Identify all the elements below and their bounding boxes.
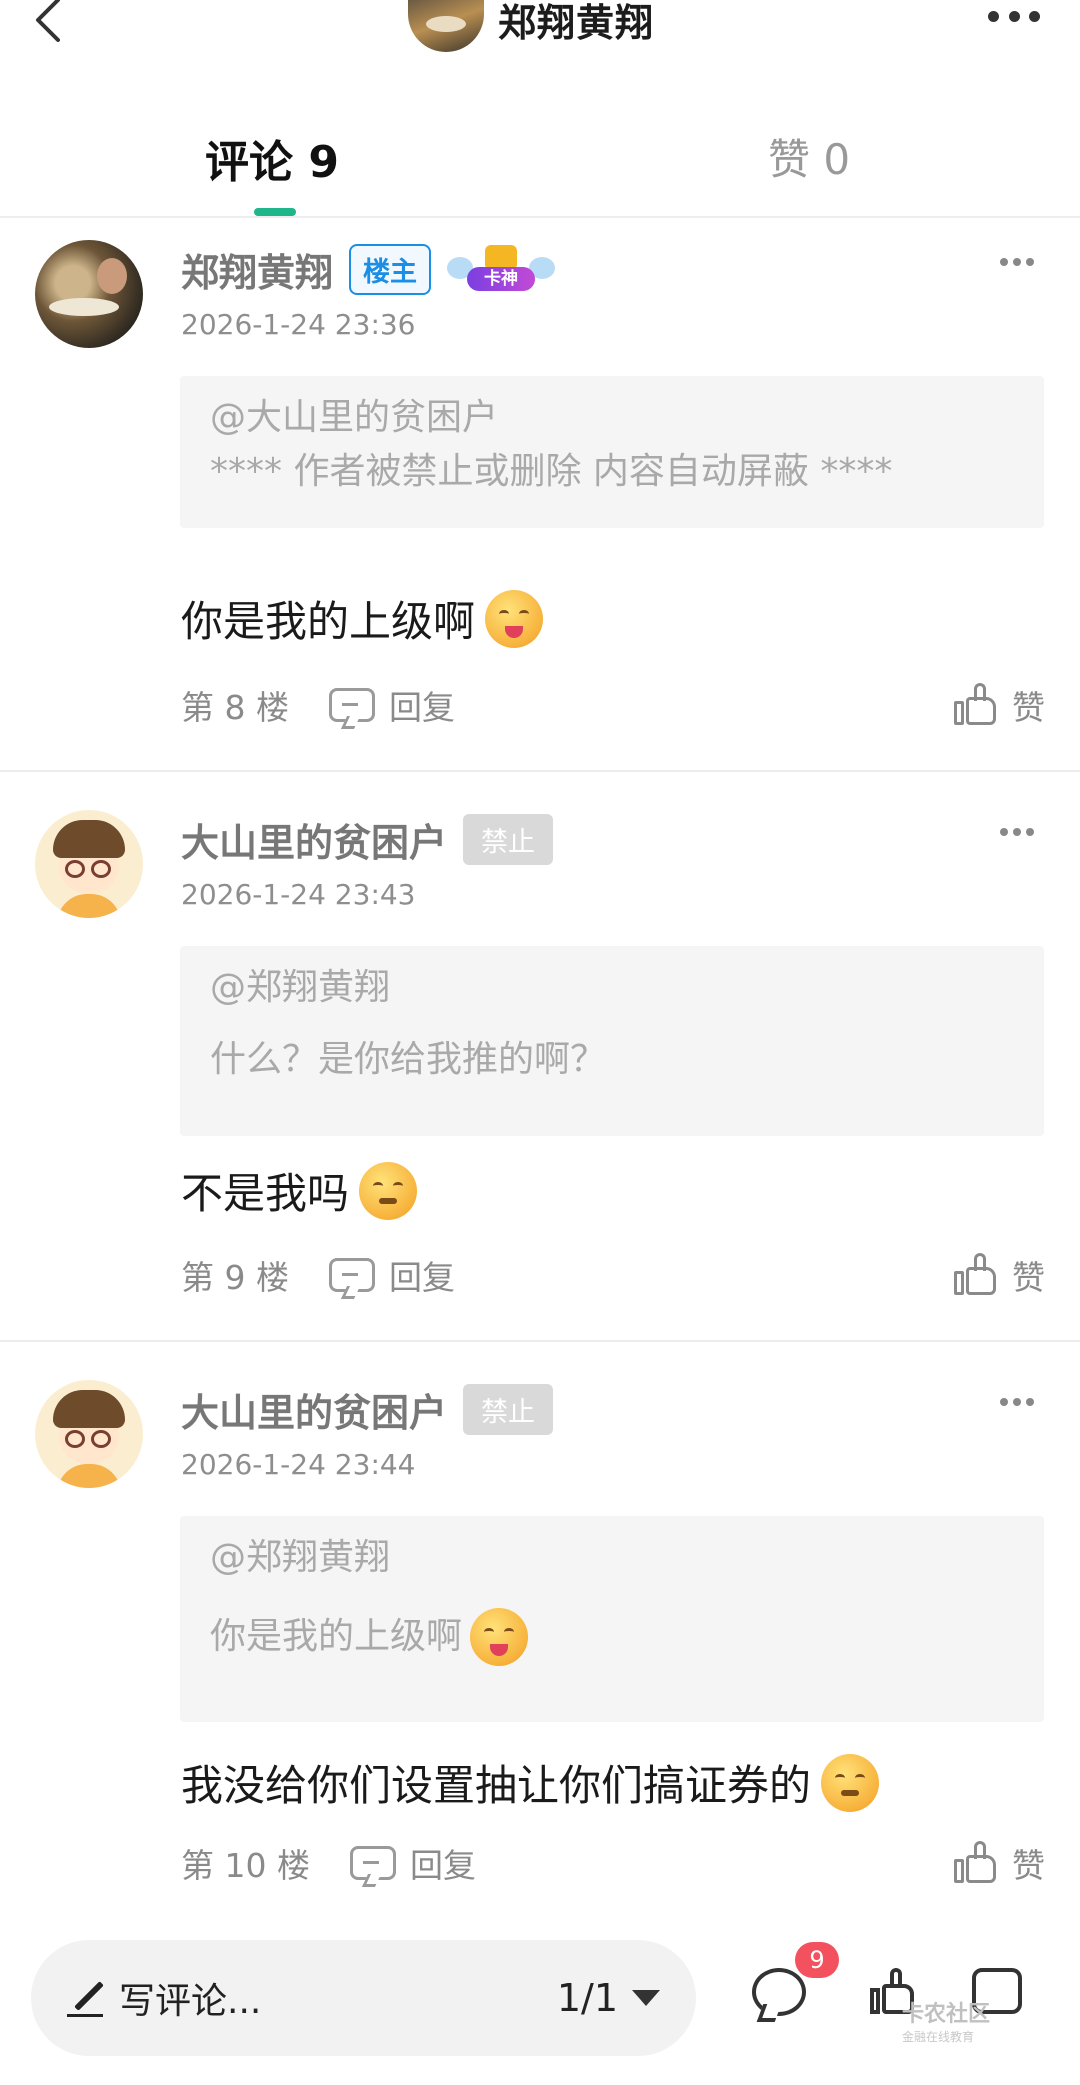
comment-content: 你是我的上级啊 bbox=[181, 588, 544, 649]
comment-footer: 第 10 楼 回复 赞 bbox=[181, 1838, 1045, 1888]
reply-label: 回复 bbox=[409, 1846, 476, 1885]
username[interactable]: 大山里的贫困户 bbox=[181, 812, 447, 867]
quoted-comment: @大山里的贫困户 **** 作者被禁止或删除 内容自动屏蔽 **** bbox=[180, 376, 1044, 528]
comment-footer: 第 9 楼 回复 赞 bbox=[181, 1250, 1045, 1300]
emoji-tongue-icon bbox=[485, 589, 544, 648]
reply-icon bbox=[328, 688, 375, 722]
quote-mention: @郑翔黄翔 bbox=[210, 1537, 391, 1578]
like-button[interactable]: 赞 bbox=[954, 1251, 1045, 1299]
like-label: 赞 bbox=[1012, 1846, 1045, 1885]
quote-mention: @大山里的贫困户 bbox=[210, 397, 499, 438]
comment-item: 郑翔黄翔 楼主 卡神 2026-1-24 23:36 @大山里的贫困户 ****… bbox=[0, 220, 1080, 772]
banned-badge: 禁止 bbox=[463, 813, 554, 865]
divider bbox=[0, 770, 1080, 772]
title-badge-label: 卡神 bbox=[467, 267, 536, 291]
reply-icon bbox=[349, 1846, 396, 1880]
thumbs-up-icon bbox=[954, 683, 998, 727]
thumbs-up-icon bbox=[954, 1253, 998, 1297]
divider bbox=[0, 1340, 1080, 1342]
quote-text: 什么？是你给我推的啊？ bbox=[210, 1039, 607, 1080]
reply-button[interactable]: 回复 bbox=[349, 1839, 476, 1887]
reply-button[interactable]: 回复 bbox=[328, 1251, 455, 1299]
owner-badge: 楼主 bbox=[349, 243, 432, 295]
tab-likes[interactable]: 赞 0 bbox=[768, 126, 850, 187]
comment-bubble-icon[interactable] bbox=[752, 1968, 806, 2016]
timestamp: 2026-1-24 23:43 bbox=[181, 878, 416, 911]
quote-text: 你是我的上级啊 bbox=[210, 1616, 463, 1657]
like-button[interactable]: 赞 bbox=[954, 681, 1045, 729]
comment-more-icon[interactable] bbox=[1000, 258, 1034, 268]
compose-placeholder: 写评论... bbox=[119, 1981, 262, 2022]
watermark-title: 卡农社区 bbox=[902, 2002, 991, 2027]
timestamp: 2026-1-24 23:44 bbox=[181, 1448, 416, 1481]
emoji-unamused-icon bbox=[359, 1161, 418, 1220]
quote-text: **** 作者被禁止或删除 内容自动屏蔽 **** bbox=[210, 451, 893, 492]
post-author[interactable]: 郑翔黄翔 bbox=[408, 0, 654, 52]
back-arrow-icon[interactable] bbox=[28, 0, 68, 44]
comment-item: 大山里的贫困户 禁止 2026-1-24 23:43 @郑翔黄翔 什么？是你给我… bbox=[0, 790, 1080, 1342]
floor-number: 第 10 楼 bbox=[181, 1846, 310, 1885]
timestamp: 2026-1-24 23:36 bbox=[181, 308, 416, 341]
watermark: 卡农社区 金融在线教育 bbox=[902, 1996, 990, 2045]
reply-label: 回复 bbox=[388, 1258, 455, 1297]
username[interactable]: 郑翔黄翔 bbox=[181, 242, 333, 297]
comment-footer: 第 8 楼 回复 赞 bbox=[181, 680, 1045, 730]
tab-bar: 评论 9 赞 0 bbox=[0, 118, 1080, 218]
floor-number: 第 9 楼 bbox=[181, 1258, 289, 1297]
comment-compose-field[interactable]: 写评论... 1/1 bbox=[31, 1940, 696, 2056]
username[interactable]: 大山里的贫困户 bbox=[181, 1382, 447, 1437]
like-label: 赞 bbox=[1012, 1258, 1045, 1297]
comment-text: 不是我吗 bbox=[181, 1169, 350, 1218]
comment-count-badge: 9 bbox=[795, 1942, 839, 1978]
floor-number: 第 8 楼 bbox=[181, 688, 289, 727]
emoji-unamused-icon bbox=[821, 1753, 880, 1812]
tab-comments[interactable]: 评论 9 bbox=[205, 126, 339, 190]
like-button[interactable]: 赞 bbox=[954, 1839, 1045, 1887]
like-label: 赞 bbox=[1012, 688, 1045, 727]
chevron-down-icon[interactable] bbox=[632, 1990, 660, 2006]
top-bar: 郑翔黄翔 bbox=[0, 0, 1080, 70]
bottom-action-bar: 写评论... 1/1 9 卡农社区 金融在线教育 bbox=[0, 1908, 1080, 2085]
reply-label: 回复 bbox=[388, 688, 455, 727]
comment-text: 你是我的上级啊 bbox=[181, 597, 476, 646]
quoted-comment: @郑翔黄翔 什么？是你给我推的啊？ bbox=[180, 946, 1044, 1136]
page-indicator[interactable]: 1/1 bbox=[557, 1976, 618, 2020]
active-tab-indicator bbox=[254, 208, 296, 216]
author-avatar[interactable] bbox=[408, 0, 484, 52]
pen-icon bbox=[67, 1979, 105, 2017]
comment-content: 不是我吗 bbox=[181, 1160, 418, 1221]
avatar[interactable] bbox=[35, 810, 143, 918]
thumbs-up-icon bbox=[954, 1841, 998, 1885]
more-options-icon[interactable] bbox=[988, 2, 1040, 30]
reply-button[interactable]: 回复 bbox=[328, 681, 455, 729]
watermark-subtitle: 金融在线教育 bbox=[902, 2030, 975, 2044]
comment-content: 我没给你们设置抽让你们搞证券的 bbox=[181, 1752, 880, 1813]
banned-badge: 禁止 bbox=[463, 1383, 554, 1435]
avatar[interactable] bbox=[35, 240, 143, 348]
quote-mention: @郑翔黄翔 bbox=[210, 967, 391, 1008]
comment-item: 大山里的贫困户 禁止 2026-1-24 23:44 @郑翔黄翔 你是我的上级啊… bbox=[0, 1360, 1080, 1908]
page-title: 郑翔黄翔 bbox=[498, 0, 655, 45]
kashen-title-badge: 卡神 bbox=[447, 245, 556, 293]
avatar[interactable] bbox=[35, 1380, 143, 1488]
comment-text: 我没给你们设置抽让你们搞证券的 bbox=[181, 1761, 812, 1810]
comment-more-icon[interactable] bbox=[1000, 1398, 1034, 1408]
quoted-comment: @郑翔黄翔 你是我的上级啊 bbox=[180, 1516, 1044, 1722]
emoji-tongue-icon bbox=[470, 1608, 529, 1666]
comment-more-icon[interactable] bbox=[1000, 828, 1034, 838]
reply-icon bbox=[328, 1258, 375, 1292]
